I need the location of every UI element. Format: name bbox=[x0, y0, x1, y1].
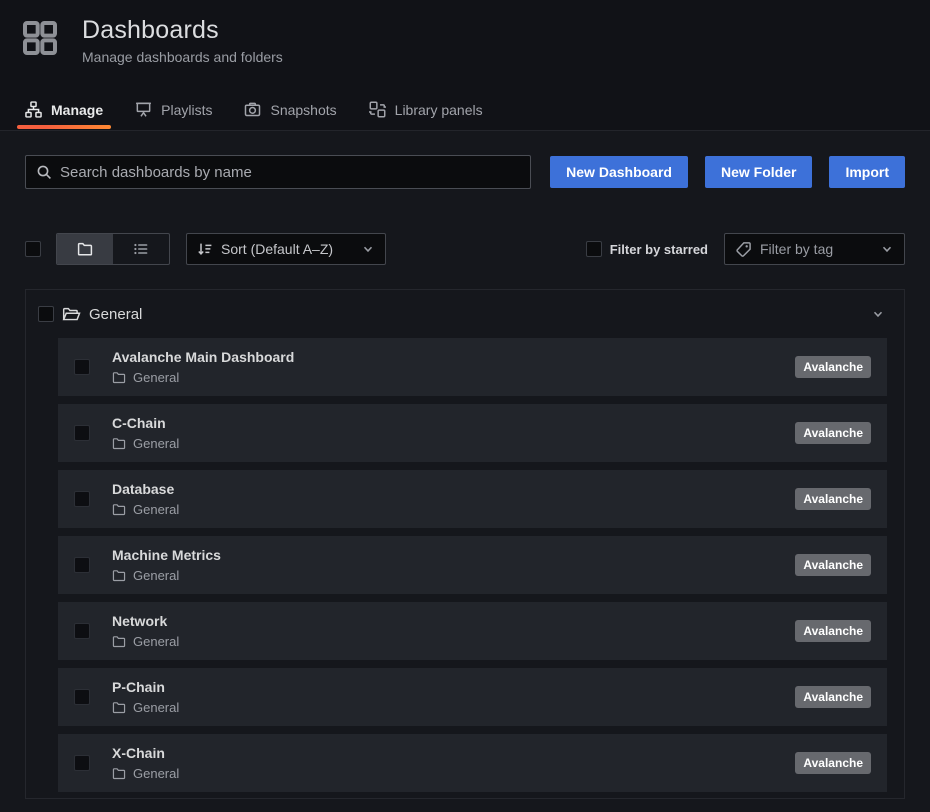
new-dashboard-button[interactable]: New Dashboard bbox=[550, 156, 688, 188]
view-toggle bbox=[56, 233, 170, 265]
tag-badge[interactable]: Avalanche bbox=[795, 554, 871, 576]
row-checkbox[interactable] bbox=[74, 557, 90, 573]
chevron-down-icon bbox=[361, 242, 375, 256]
dashboard-folder: General bbox=[133, 700, 179, 715]
tab-library-panels[interactable]: Library panels bbox=[359, 93, 493, 130]
folder-view-icon bbox=[77, 241, 93, 257]
import-button[interactable]: Import bbox=[829, 156, 905, 188]
dashboard-title: X-Chain bbox=[112, 745, 179, 761]
tag-badge[interactable]: Avalanche bbox=[795, 620, 871, 642]
folder-icon bbox=[112, 371, 126, 384]
tag-badge[interactable]: Avalanche bbox=[795, 752, 871, 774]
folder-checkbox[interactable] bbox=[38, 306, 54, 322]
tab-label: Snapshots bbox=[270, 102, 336, 118]
dashboard-row[interactable]: Database General Avalanche bbox=[58, 470, 887, 528]
starred-checkbox[interactable] bbox=[586, 241, 602, 257]
tab-label: Manage bbox=[51, 102, 103, 118]
tag-badge[interactable]: Avalanche bbox=[795, 356, 871, 378]
actions-row: New Dashboard New Folder Import bbox=[25, 155, 905, 189]
folder-name: General bbox=[89, 306, 142, 323]
library-panels-icon bbox=[369, 101, 386, 118]
list-view-button[interactable] bbox=[113, 234, 169, 264]
folder-icon bbox=[112, 701, 126, 714]
tag-icon bbox=[735, 241, 752, 258]
dashboard-folder: General bbox=[133, 766, 179, 781]
dashboard-title: Avalanche Main Dashboard bbox=[112, 349, 294, 365]
search-icon bbox=[36, 164, 52, 180]
dashboard-title: Machine Metrics bbox=[112, 547, 221, 563]
tag-filter-value: Filter by tag bbox=[760, 241, 872, 257]
row-checkbox[interactable] bbox=[74, 689, 90, 705]
dashboard-row[interactable]: Network General Avalanche bbox=[58, 602, 887, 660]
dashboard-folder: General bbox=[133, 370, 179, 385]
tag-badge[interactable]: Avalanche bbox=[795, 488, 871, 510]
tab-label: Playlists bbox=[161, 102, 212, 118]
filter-row: Sort (Default A–Z) Filter by starred Fil… bbox=[25, 233, 905, 265]
folder-view-button[interactable] bbox=[57, 234, 113, 264]
row-checkbox[interactable] bbox=[74, 623, 90, 639]
dashboard-title: P-Chain bbox=[112, 679, 179, 695]
row-checkbox[interactable] bbox=[74, 491, 90, 507]
tab-snapshots[interactable]: Snapshots bbox=[234, 93, 346, 130]
folder-icon bbox=[112, 437, 126, 450]
tab-playlists[interactable]: Playlists bbox=[125, 93, 222, 130]
page-title: Dashboards bbox=[82, 16, 283, 45]
starred-label: Filter by starred bbox=[610, 242, 708, 257]
folder-open-icon bbox=[62, 306, 81, 323]
folder-icon bbox=[112, 767, 126, 780]
row-checkbox[interactable] bbox=[74, 755, 90, 771]
select-all-checkbox[interactable] bbox=[25, 241, 41, 257]
folder-header-general[interactable]: General bbox=[38, 295, 887, 333]
row-checkbox[interactable] bbox=[74, 425, 90, 441]
folder-icon bbox=[112, 635, 126, 648]
tab-manage[interactable]: Manage bbox=[15, 93, 113, 130]
new-folder-button[interactable]: New Folder bbox=[705, 156, 812, 188]
content-area: New Dashboard New Folder Import bbox=[0, 131, 930, 812]
sort-icon bbox=[197, 241, 213, 257]
dashboard-row[interactable]: P-Chain General Avalanche bbox=[58, 668, 887, 726]
dashboard-title: Database bbox=[112, 481, 179, 497]
presentation-icon bbox=[135, 101, 152, 118]
folder-icon bbox=[112, 503, 126, 516]
apps-icon bbox=[20, 18, 60, 58]
tab-label: Library panels bbox=[395, 102, 483, 118]
folder-icon bbox=[112, 569, 126, 582]
sort-dropdown[interactable]: Sort (Default A–Z) bbox=[186, 233, 386, 265]
page-header: Dashboards Manage dashboards and folders bbox=[0, 0, 930, 95]
dashboard-folder: General bbox=[133, 568, 179, 583]
dashboard-list-container: General Avalanche Main Dashboard General… bbox=[25, 289, 905, 799]
dashboard-row[interactable]: C-Chain General Avalanche bbox=[58, 404, 887, 462]
chevron-down-icon[interactable] bbox=[871, 307, 885, 321]
sitemap-icon bbox=[25, 101, 42, 118]
tag-badge[interactable]: Avalanche bbox=[795, 422, 871, 444]
dashboard-rows: Avalanche Main Dashboard General Avalanc… bbox=[38, 338, 887, 792]
page-subtitle: Manage dashboards and folders bbox=[82, 49, 283, 65]
search-input[interactable] bbox=[60, 164, 520, 181]
dashboard-title: Network bbox=[112, 613, 179, 629]
dashboard-folder: General bbox=[133, 634, 179, 649]
dashboard-row[interactable]: Machine Metrics General Avalanche bbox=[58, 536, 887, 594]
sort-value: Sort (Default A–Z) bbox=[221, 241, 353, 257]
row-checkbox[interactable] bbox=[74, 359, 90, 375]
search-box bbox=[25, 155, 531, 189]
dashboard-title: C-Chain bbox=[112, 415, 179, 431]
dashboard-folder: General bbox=[133, 502, 179, 517]
dashboard-row[interactable]: Avalanche Main Dashboard General Avalanc… bbox=[58, 338, 887, 396]
tag-badge[interactable]: Avalanche bbox=[795, 686, 871, 708]
dashboard-folder: General bbox=[133, 436, 179, 451]
tag-filter-dropdown[interactable]: Filter by tag bbox=[724, 233, 905, 265]
dashboard-row[interactable]: X-Chain General Avalanche bbox=[58, 734, 887, 792]
list-view-icon bbox=[133, 241, 149, 257]
chevron-down-icon bbox=[880, 242, 894, 256]
camera-icon bbox=[244, 101, 261, 118]
filter-starred: Filter by starred bbox=[586, 241, 708, 257]
tab-bar: Manage Playlists Snapshots Library panel… bbox=[0, 95, 930, 131]
